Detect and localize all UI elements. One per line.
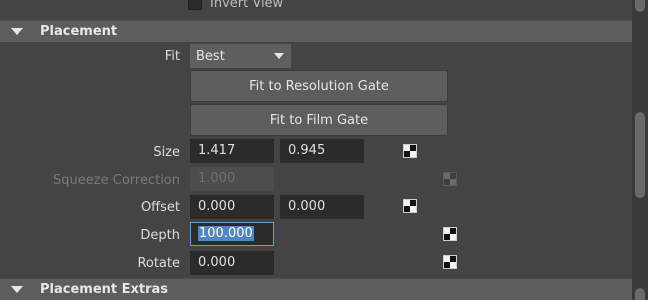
- offset-x-field[interactable]: 0.000: [190, 195, 274, 219]
- offset-y-field[interactable]: 0.000: [280, 195, 364, 219]
- squeeze-correction-field: 1.000: [190, 167, 274, 191]
- size-y-field[interactable]: 0.945: [280, 139, 364, 163]
- triangle-down-icon[interactable]: [11, 28, 23, 35]
- checker-map-icon: [443, 172, 457, 186]
- checker-map-icon[interactable]: [403, 199, 417, 213]
- checker-map-icon[interactable]: [443, 227, 457, 241]
- invert-view-label: Invert View: [210, 0, 284, 11]
- offset-label: Offset: [140, 200, 180, 215]
- fit-dropdown-value: Best: [196, 48, 225, 64]
- placement-section-header[interactable]: Placement: [0, 20, 632, 42]
- fit-label: Fit: [164, 49, 180, 64]
- attribute-editor-panel: Invert View Placement Fit Best Fit to Re…: [0, 0, 632, 300]
- checker-map-icon[interactable]: [403, 144, 417, 158]
- invert-view-row[interactable]: Invert View: [188, 0, 283, 12]
- size-x-field[interactable]: 1.417: [190, 139, 274, 163]
- triangle-down-icon[interactable]: [11, 286, 23, 293]
- checker-map-icon[interactable]: [443, 255, 457, 269]
- depth-selected-text: 100.000: [198, 226, 254, 241]
- placement-extras-section-title: Placement Extras: [40, 282, 169, 297]
- size-label: Size: [153, 145, 180, 160]
- rotate-label: Rotate: [137, 256, 180, 271]
- vertical-scrollbar[interactable]: [632, 0, 648, 300]
- placement-extras-section-header[interactable]: Placement Extras: [0, 278, 632, 300]
- rotate-field[interactable]: 0.000: [190, 251, 274, 275]
- scrollbar-thumb[interactable]: [635, 112, 645, 198]
- chevron-down-icon[interactable]: [267, 44, 291, 68]
- scrollbar-thumb-bottom[interactable]: [635, 288, 645, 300]
- fit-to-resolution-gate-button[interactable]: Fit to Resolution Gate: [190, 70, 448, 102]
- fit-to-film-gate-button[interactable]: Fit to Film Gate: [190, 104, 448, 136]
- invert-view-checkbox[interactable]: [188, 0, 202, 10]
- squeeze-correction-label: Squeeze Correction: [53, 173, 180, 188]
- scrollbar-thumb-top[interactable]: [635, 0, 645, 12]
- depth-label: Depth: [140, 228, 180, 243]
- depth-field[interactable]: 100.000: [190, 222, 274, 246]
- placement-section-title: Placement: [40, 24, 118, 39]
- fit-dropdown[interactable]: Best: [190, 44, 291, 68]
